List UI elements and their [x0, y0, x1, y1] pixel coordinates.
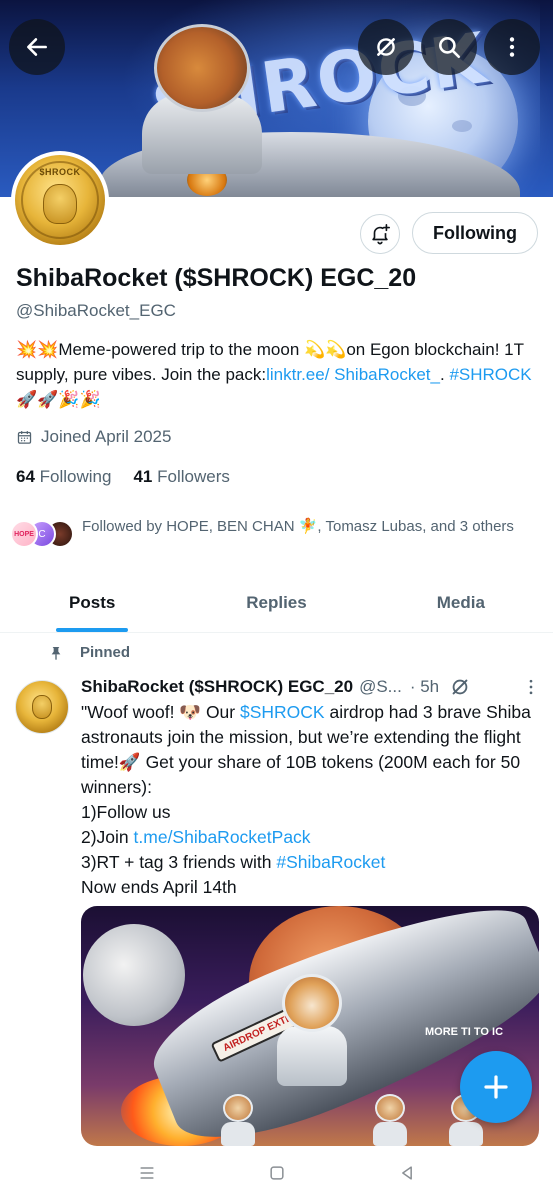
following-button[interactable]: Following — [412, 212, 538, 254]
image-shiba-astronaut — [277, 974, 347, 1086]
post-author-avatar[interactable] — [15, 680, 69, 734]
post-telegram-link[interactable]: t.me/ShibaRocketPack — [134, 827, 311, 847]
pinned-label: Pinned — [80, 644, 131, 661]
search-button[interactable] — [421, 19, 477, 75]
tab-replies[interactable]: Replies — [184, 574, 368, 632]
search-icon — [439, 37, 461, 59]
followed-by-row[interactable]: C HOPE Followed by HOPE, BEN CHAN 🧚, Tom… — [10, 516, 540, 552]
pin-icon — [51, 646, 61, 660]
followers-label: Followers — [157, 467, 230, 486]
display-name: ShibaRocket ($SHROCK) EGC_20 — [16, 264, 417, 292]
image-more-time-text: MORE TI TO IC — [425, 1026, 504, 1038]
grok-button[interactable] — [358, 19, 414, 75]
tab-media-label: Media — [436, 593, 485, 612]
post-line-2: 2)Join t.me/ShibaRocketPack — [81, 825, 543, 850]
compose-fab-button[interactable] — [460, 1051, 532, 1123]
coin-avatar-text: $HROCK — [39, 167, 81, 177]
post-line-1: 1)Follow us — [81, 802, 171, 822]
post-avatar-figure — [32, 695, 52, 719]
post-line-2-prefix: 2)Join — [81, 827, 134, 847]
tab-posts[interactable]: Posts — [0, 574, 184, 632]
follower-avatar-1: HOPE — [10, 520, 38, 548]
back-arrow-icon — [27, 38, 47, 56]
calendar-icon — [17, 430, 32, 444]
follow-stats: 64 Following 41 Followers — [16, 467, 230, 487]
followed-by-avatars: C HOPE — [10, 516, 74, 552]
post-line-3: 3)RT + tag 3 friends with #ShibaRocket — [81, 850, 543, 875]
grok-icon[interactable] — [449, 676, 471, 698]
joined-text: Joined April 2025 — [41, 427, 172, 446]
post-author-name[interactable]: ShibaRocket ($SHROCK) EGC_20 — [81, 677, 353, 697]
image-small-astronaut — [373, 1094, 407, 1146]
post-text: "Woof woof! 🐶 Our $SHROCK airdrop had 3 … — [81, 700, 543, 900]
grok-icon — [377, 38, 395, 56]
post-line-4: Now ends April 14th — [81, 877, 237, 897]
tab-media[interactable]: Media — [369, 574, 553, 632]
more-vertical-icon — [509, 37, 515, 57]
post-line-3-prefix: 3)RT + tag 3 friends with — [81, 852, 277, 872]
coin-avatar-image: $HROCK — [15, 155, 105, 245]
followers-stat[interactable]: 41 Followers — [133, 467, 229, 487]
active-tab-indicator — [56, 628, 129, 632]
profile-bio: 💥💥Meme-powered trip to the moon 💫💫on Ego… — [16, 337, 536, 412]
following-count: 64 — [16, 467, 35, 486]
banner-shiba-astronaut — [142, 24, 262, 174]
joined-date: Joined April 2025 — [16, 427, 171, 447]
back-triangle-icon[interactable] — [397, 1163, 417, 1183]
image-small-astronaut — [221, 1094, 255, 1146]
more-options-button[interactable] — [484, 19, 540, 75]
plus-icon — [484, 1075, 508, 1099]
profile-handle: @ShibaRocket_EGC — [16, 301, 176, 320]
post-text-part: "Woof woof! 🐶 Our — [81, 702, 240, 722]
following-label: Following — [39, 467, 112, 486]
back-button[interactable] — [9, 19, 65, 75]
home-icon[interactable] — [267, 1163, 287, 1183]
followers-count: 41 — [133, 467, 153, 486]
profile-tabs: Posts Replies Media — [0, 574, 553, 633]
post-more-icon[interactable] — [521, 677, 541, 697]
bell-plus-icon — [372, 224, 390, 245]
post-cashtag[interactable]: $SHROCK — [240, 702, 325, 722]
image-moon — [83, 924, 185, 1026]
profile-avatar[interactable]: $HROCK — [11, 151, 109, 249]
post-hashtag[interactable]: #ShibaRocket — [276, 852, 385, 872]
recents-icon[interactable] — [137, 1163, 157, 1183]
tab-posts-label: Posts — [69, 593, 116, 612]
post-time[interactable]: · 5h — [410, 677, 439, 697]
post-author-handle[interactable]: @S... — [359, 677, 402, 697]
post-paragraph: "Woof woof! 🐶 Our $SHROCK airdrop had 3 … — [81, 700, 543, 800]
bio-hashtag[interactable]: #SHROCK — [449, 365, 531, 384]
bio-link[interactable]: linktr.ee/ ShibaRocket_ — [266, 365, 440, 384]
tab-replies-label: Replies — [246, 593, 307, 612]
followed-by-text: Followed by HOPE, BEN CHAN 🧚, Tomasz Lub… — [82, 518, 514, 535]
following-stat[interactable]: 64 Following — [16, 467, 111, 487]
post-header: ShibaRocket ($SHROCK) EGC_20 @S... · 5h — [81, 676, 541, 698]
notifications-bell-button[interactable] — [360, 214, 400, 254]
system-navigation-bar — [0, 1146, 553, 1200]
bio-emoji: 🚀🚀🎉🎉 — [16, 390, 101, 409]
pinned-indicator: Pinned — [48, 644, 130, 661]
